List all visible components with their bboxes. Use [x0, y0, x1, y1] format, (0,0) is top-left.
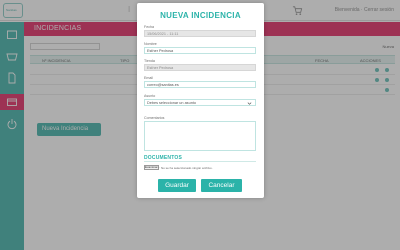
asunto-label: Asunto [144, 94, 156, 98]
comentarios-label: Comentarios [144, 116, 165, 120]
fecha-field: 15/06/2021 - 11:11 [144, 30, 256, 37]
email-label: Email [144, 76, 153, 80]
tienda-field: Esther Pedrosa [144, 64, 256, 71]
comentarios-textarea[interactable] [144, 121, 256, 151]
documents-divider [144, 161, 256, 162]
asunto-selected-value: Debes seleccionar un asunto [147, 101, 196, 105]
file-browse-button[interactable]: Examinar... [144, 165, 160, 170]
new-incident-modal: NUEVA INCIDENCIA Fecha 15/06/2021 - 11:1… [137, 3, 264, 198]
chevron-down-icon [247, 102, 252, 105]
save-button[interactable]: Guardar [158, 179, 196, 192]
asunto-select[interactable]: Debes seleccionar un asunto [144, 99, 256, 106]
tienda-label: Tienda [144, 59, 155, 63]
nombre-label: Nombre [144, 42, 157, 46]
file-status-text: No se ha seleccionado ningún archivo. [161, 166, 213, 170]
cancel-button[interactable]: Cancelar [201, 179, 242, 192]
fecha-label: Fecha [144, 25, 154, 29]
nombre-field[interactable]: Esther Pedrosa [144, 47, 256, 54]
modal-title: NUEVA INCIDENCIA [160, 11, 241, 20]
email-field[interactable]: correo@sanitas.es [144, 81, 256, 88]
